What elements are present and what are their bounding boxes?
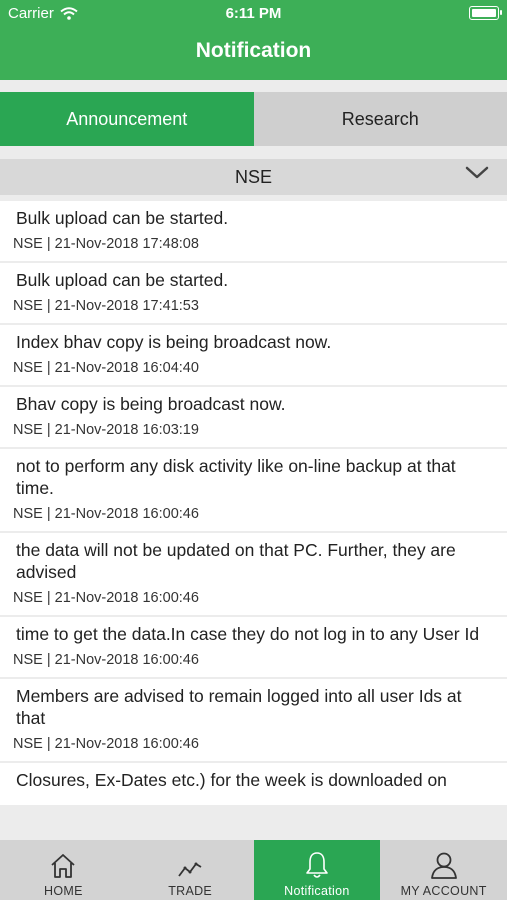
notification-meta: NSE | 21-Nov-2018 17:48:08 — [13, 236, 199, 252]
nav-notification[interactable]: Notification — [253, 840, 381, 900]
nav-label: Notification — [284, 884, 350, 898]
notification-list[interactable]: Bulk upload can be started. NSE | 21-Nov… — [0, 201, 507, 840]
page-title: Notification — [195, 39, 312, 62]
nav-home[interactable]: HOME — [0, 840, 127, 900]
notification-message: Bulk upload can be started. — [16, 270, 229, 290]
home-icon — [51, 854, 75, 878]
nav-trade[interactable]: TRADE — [127, 840, 254, 900]
notification-message: Closures, Ex-Dates etc.) for the week is… — [16, 770, 447, 790]
list-item[interactable]: Bulk upload can be started. NSE | 21-Nov… — [0, 263, 507, 323]
notification-meta: NSE | 21-Nov-2018 16:00:46 — [13, 736, 199, 752]
list-item[interactable]: Bulk upload can be started. NSE | 21-Nov… — [0, 201, 507, 261]
person-icon — [430, 852, 457, 879]
exchange-dropdown-value: NSE — [234, 166, 272, 187]
notification-message: Bulk upload can be started. — [16, 208, 229, 228]
notification-message: the data will not be updated on that PC.… — [16, 540, 456, 582]
battery-icon — [469, 6, 502, 20]
chevron-down-icon — [465, 166, 489, 179]
notification-message: not to perform any disk activity like on… — [16, 456, 456, 498]
list-item[interactable]: not to perform any disk activity like on… — [0, 449, 507, 531]
nav-label: TRADE — [168, 884, 213, 898]
notification-message: time to get the data.In case they do not… — [16, 624, 480, 644]
list-item[interactable]: Index bhav copy is being broadcast now. … — [0, 325, 507, 385]
notification-message: Bhav copy is being broadcast now. — [16, 394, 286, 414]
status-bar: Carrier 6:11 PM — [0, 0, 507, 28]
tab-announcement[interactable]: Announcement — [0, 92, 254, 146]
notification-meta: NSE | 21-Nov-2018 16:00:46 — [13, 506, 199, 522]
app-header: Carrier 6:11 PM Notification — [0, 0, 507, 80]
notification-meta: NSE | 21-Nov-2018 16:03:19 — [13, 422, 199, 438]
exchange-dropdown[interactable]: NSE — [0, 159, 507, 195]
bell-icon — [306, 852, 328, 878]
nav-label: HOME — [44, 884, 83, 898]
notification-meta: NSE | 21-Nov-2018 16:04:40 — [13, 360, 199, 376]
list-item[interactable]: the data will not be updated on that PC.… — [0, 533, 507, 615]
nav-my-account[interactable]: MY ACCOUNT — [380, 840, 507, 900]
trend-icon — [178, 862, 202, 877]
notification-message: Members are advised to remain logged int… — [16, 686, 462, 728]
notification-meta: NSE | 21-Nov-2018 16:00:46 — [13, 590, 199, 606]
list-item[interactable]: Bhav copy is being broadcast now. NSE | … — [0, 387, 507, 447]
segment-tabs: Announcement Research — [0, 92, 507, 146]
status-time: 6:11 PM — [225, 5, 282, 22]
bottom-tab-bar: HOME TRADE Notification MY ACCOUNT — [0, 840, 507, 900]
list-item[interactable]: Closures, Ex-Dates etc.) for the week is… — [0, 763, 507, 805]
notification-meta: NSE | 21-Nov-2018 17:41:53 — [13, 298, 199, 314]
tab-research[interactable]: Research — [253, 92, 507, 146]
list-item[interactable]: time to get the data.In case they do not… — [0, 617, 507, 677]
list-item[interactable]: Members are advised to remain logged int… — [0, 679, 507, 761]
notification-meta: NSE | 21-Nov-2018 16:00:46 — [13, 652, 199, 668]
nav-label: MY ACCOUNT — [400, 884, 487, 898]
notification-message: Index bhav copy is being broadcast now. — [16, 332, 332, 352]
